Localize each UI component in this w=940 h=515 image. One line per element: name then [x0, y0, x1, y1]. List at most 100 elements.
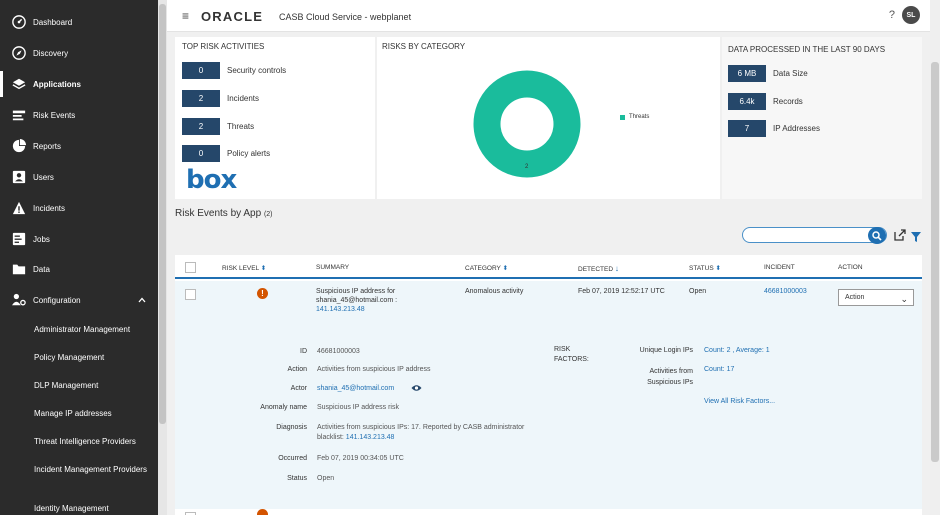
summary-ip-link[interactable]: 141.143.213.48 [316, 305, 397, 314]
sidebar-subitem-policy-management[interactable]: Policy Management [34, 352, 152, 363]
sidebar-item-dashboard[interactable]: Dashboard [0, 9, 158, 35]
export-icon[interactable] [894, 229, 906, 241]
scrollbar-thumb[interactable] [159, 4, 166, 424]
page-title: CASB Cloud Service - webplanet [279, 12, 412, 22]
detail-action: Activities from suspicious IP address [317, 366, 431, 373]
diagnosis-ip-link[interactable]: 141.143.213.48 [346, 434, 395, 441]
data-processed-panel: DATA PROCESSED IN THE LAST 90 DAYS 6 MB … [722, 37, 922, 199]
stat-label: Records [773, 97, 803, 106]
risk-category-donut [473, 70, 581, 178]
dashboard-icon [12, 15, 26, 29]
sort-icon: ⬍ [260, 265, 267, 272]
sidebar-item-configuration[interactable]: Configuration [0, 287, 158, 313]
risk-factor-label: Activities from Suspicious IPs [603, 366, 693, 388]
table-header: RISK LEVEL ⬍ SUMMARY CATEGORY ⬍ DETECTED… [175, 255, 922, 279]
main-scrollbar[interactable] [930, 0, 940, 515]
column-risk-level[interactable]: RISK LEVEL ⬍ [222, 264, 266, 272]
column-summary[interactable]: SUMMARY [316, 264, 349, 271]
sidebar-item-applications[interactable]: Applications [0, 71, 158, 97]
section-title-text: Risk Events by App [175, 208, 262, 219]
avatar[interactable]: SL [902, 6, 920, 24]
sidebar-scrollbar[interactable] [158, 0, 167, 515]
sidebar-subitem-identity-management[interactable]: Identity Management [34, 503, 152, 514]
hamburger-menu-icon[interactable]: ≡ [182, 9, 189, 23]
detail-label: Actor [290, 385, 307, 392]
column-action[interactable]: ACTION [838, 264, 863, 271]
status-cell: Open [689, 288, 707, 295]
detail-label: Diagnosis [276, 424, 307, 431]
sort-descending-icon: ↓ [614, 264, 619, 273]
sidebar-subitem-incident-management-providers[interactable]: Incident Management Providers [34, 464, 152, 475]
panel-title: DATA PROCESSED IN THE LAST 90 DAYS [728, 45, 886, 54]
stat-security-controls[interactable]: 0 Security controls [182, 62, 286, 79]
sidebar-item-label: Data [33, 264, 50, 274]
sidebar-item-jobs[interactable]: Jobs [0, 226, 158, 252]
detail-label: ID [300, 348, 307, 355]
stat-incidents[interactable]: 2 Incidents [182, 90, 259, 107]
column-detected[interactable]: DETECTED ↓ [578, 264, 619, 273]
sidebar-item-label: Risk Events [33, 110, 76, 120]
oracle-logo: ORACLE [201, 9, 264, 24]
detail-label: Action [287, 366, 307, 373]
filter-icon[interactable] [910, 231, 922, 243]
risk-factor-unique-login-value[interactable]: Count: 2 , Average: 1 [704, 346, 770, 356]
donut-slice-threats[interactable] [473, 70, 581, 178]
detected-cell: Feb 07, 2019 12:52:17 UTC [578, 288, 665, 295]
view-all-risk-factors-link[interactable]: View All Risk Factors... [704, 397, 775, 407]
column-incident[interactable]: INCIDENT [764, 264, 795, 271]
detail-anomaly: Suspicious IP address risk [317, 404, 399, 411]
sidebar-item-users[interactable]: Users [0, 164, 158, 190]
box-app-logo: box [186, 165, 237, 195]
stat-value: 0 [182, 62, 220, 79]
stat-value: 2 [182, 90, 220, 107]
detail-id: 46681000003 [317, 348, 360, 355]
chevron-up-icon[interactable] [138, 296, 146, 304]
chart-legend: Threats [620, 114, 649, 120]
column-status[interactable]: STATUS ⬍ [689, 264, 721, 272]
row-checkbox[interactable] [185, 289, 196, 300]
sidebar-item-data[interactable]: Data [0, 256, 158, 282]
stat-label: Security controls [227, 66, 287, 75]
incident-link[interactable]: 46681000003 [764, 287, 807, 296]
stat-threats[interactable]: 2 Threats [182, 118, 254, 135]
stat-value: 7 [728, 120, 766, 137]
panel-title: TOP RISK ACTIVITIES [182, 42, 265, 51]
scrollbar-thumb[interactable] [931, 62, 939, 462]
select-all-checkbox[interactable] [185, 262, 196, 273]
sidebar-subitem-dlp-management[interactable]: DLP Management [34, 380, 152, 391]
top-risk-activities-panel: TOP RISK ACTIVITIES 0 Security controls … [175, 37, 375, 199]
column-label: DETECTED [578, 266, 614, 273]
stat-policy-alerts[interactable]: 0 Policy alerts [182, 145, 270, 162]
summary-cell: Suspicious IP address for shania_45@hotm… [316, 287, 397, 314]
action-dropdown[interactable]: Action ⌄ [838, 289, 914, 306]
jobs-icon [12, 232, 26, 246]
chevron-down-icon: ⌄ [900, 294, 908, 304]
legend-label: Threats [629, 114, 650, 120]
search-input[interactable] [742, 227, 887, 243]
diagnosis-line: blacklist: [317, 434, 344, 441]
help-icon[interactable]: ? [889, 9, 895, 21]
table-row[interactable] [175, 509, 922, 515]
sidebar-item-incidents[interactable]: Incidents [0, 195, 158, 221]
risk-factor-activities-value[interactable]: Count: 17 [704, 365, 734, 375]
search-button[interactable] [868, 227, 886, 244]
stat-ip-addresses: 7 IP Addresses [728, 120, 820, 137]
sidebar-item-discovery[interactable]: Discovery [0, 40, 158, 66]
sidebar-subitem-threat-intelligence-providers[interactable]: Threat Intelligence Providers [34, 436, 152, 447]
stat-label: IP Addresses [773, 124, 820, 133]
sort-icon: ⬍ [715, 265, 721, 272]
eye-icon[interactable] [411, 384, 422, 392]
sidebar-item-reports[interactable]: Reports [0, 133, 158, 159]
sidebar-subitem-manage-ip-addresses[interactable]: Manage IP addresses [34, 408, 152, 419]
detail-actor-link[interactable]: shania_45@hotmail.com [317, 384, 394, 394]
legend-swatch [620, 114, 625, 120]
sidebar-item-risk-events[interactable]: Risk Events [0, 102, 158, 128]
column-label: STATUS [689, 265, 714, 272]
table-row[interactable]: ! Suspicious IP address for shania_45@ho… [175, 281, 922, 509]
diagnosis-line: Activities from suspicious IPs: 17. Repo… [317, 424, 525, 431]
sidebar: Dashboard Discovery Applications Risk Ev… [0, 0, 158, 515]
sidebar-subitem-administrator-management[interactable]: Administrator Management [34, 324, 152, 335]
stat-value: 2 [182, 118, 220, 135]
stat-value: 0 [182, 145, 220, 162]
column-category[interactable]: CATEGORY ⬍ [465, 264, 508, 272]
